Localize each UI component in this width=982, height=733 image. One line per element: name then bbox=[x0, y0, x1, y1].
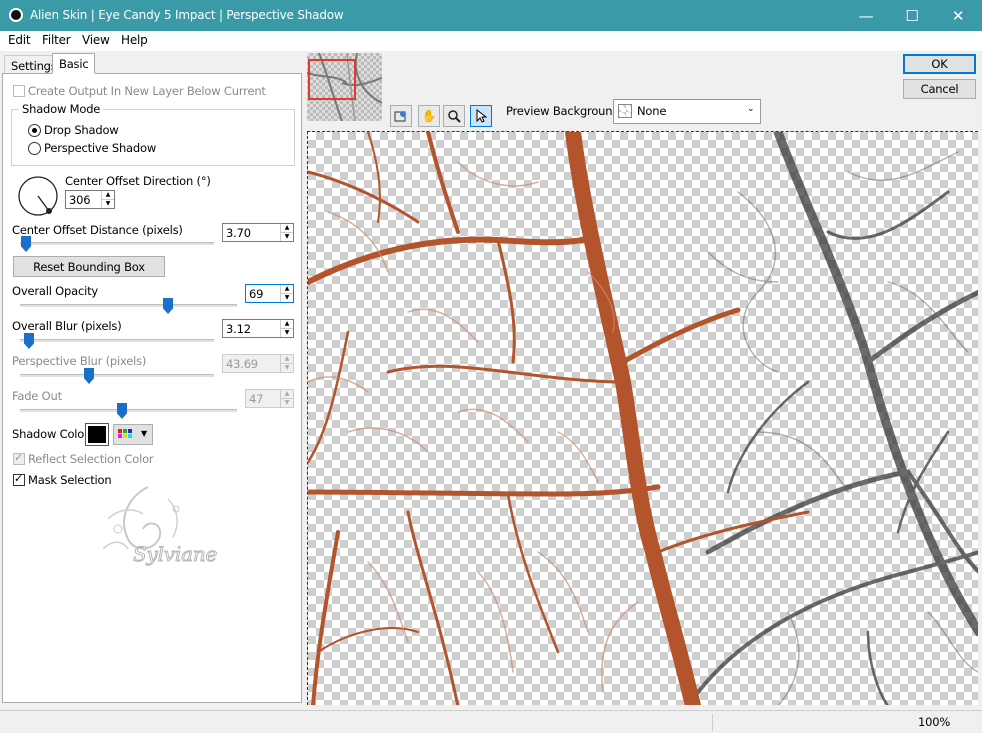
window-title: Alien Skin | Eye Candy 5 Impact | Perspe… bbox=[30, 8, 344, 22]
overall-blur-spinbox[interactable]: 3.12 ▲ ▼ bbox=[222, 319, 294, 338]
reflect-selection-checkbox[interactable]: ✓ bbox=[13, 451, 25, 465]
overall-blur-thumb[interactable] bbox=[24, 333, 34, 349]
app-icon bbox=[9, 8, 23, 22]
preview-background-label: Preview Background: bbox=[506, 104, 624, 118]
status-bar: 100% bbox=[0, 710, 982, 733]
zoom-tool-icon[interactable] bbox=[443, 105, 465, 127]
perspective-blur-spin-arrows[interactable]: ▲ ▼ bbox=[280, 355, 293, 372]
perspective-shadow-radio[interactable] bbox=[28, 142, 41, 155]
overall-blur-slider[interactable] bbox=[20, 339, 214, 342]
zoom-level: 100% bbox=[918, 715, 951, 729]
perspective-blur-slider[interactable] bbox=[20, 374, 214, 377]
fade-out-label: Fade Out bbox=[12, 389, 62, 403]
direction-spin-arrows[interactable]: ▲ ▼ bbox=[101, 191, 114, 208]
offset-distance-label: Center Offset Distance (pixels) bbox=[12, 223, 183, 237]
fade-out-spinbox[interactable]: 47 ▲ ▼ bbox=[245, 389, 294, 408]
preview-image bbox=[308, 132, 978, 705]
color-picker-button[interactable]: ▼ bbox=[113, 424, 153, 445]
navigator-tool-icon[interactable] bbox=[390, 105, 412, 127]
opacity-label: Overall Opacity bbox=[12, 284, 98, 298]
offset-distance-spinbox[interactable]: 3.70 ▲ ▼ bbox=[222, 223, 294, 242]
overall-blur-label: Overall Blur (pixels) bbox=[12, 319, 122, 333]
perspective-blur-label: Perspective Blur (pixels) bbox=[12, 354, 147, 368]
fade-out-spin-arrows[interactable]: ▲ ▼ bbox=[280, 390, 293, 407]
fade-out-value: 47 bbox=[249, 392, 264, 406]
viewport-rectangle[interactable] bbox=[308, 59, 356, 100]
perspective-blur-spinbox[interactable]: 43.69 ▲ ▼ bbox=[222, 354, 294, 373]
direction-dial[interactable] bbox=[17, 175, 59, 217]
offset-distance-slider[interactable] bbox=[20, 242, 214, 245]
ok-button[interactable]: OK bbox=[903, 54, 976, 74]
offset-distance-spin-arrows[interactable]: ▲ ▼ bbox=[280, 224, 293, 241]
drop-shadow-radio[interactable] bbox=[28, 124, 41, 137]
perspective-blur-value: 43.69 bbox=[226, 357, 258, 371]
cancel-button[interactable]: Cancel bbox=[903, 79, 976, 99]
maximize-icon[interactable]: ☐ bbox=[889, 0, 935, 31]
opacity-value: 69 bbox=[249, 287, 264, 301]
chevron-down-icon: ⌄ bbox=[747, 104, 755, 114]
preview-canvas[interactable] bbox=[307, 131, 978, 705]
title-bar: Alien Skin | Eye Candy 5 Impact | Perspe… bbox=[0, 0, 982, 31]
shadow-color-swatch[interactable] bbox=[85, 423, 109, 446]
reset-bounding-box-button[interactable]: Reset Bounding Box bbox=[13, 256, 165, 277]
offset-distance-value: 3.70 bbox=[226, 226, 251, 240]
perspective-blur-thumb[interactable] bbox=[84, 368, 94, 384]
palette-icon bbox=[118, 429, 132, 438]
shadow-color-label: Shadow Color bbox=[12, 427, 89, 441]
status-divider bbox=[712, 714, 713, 731]
direction-label: Center Offset Direction (°) bbox=[65, 174, 211, 188]
close-icon[interactable]: ✕ bbox=[935, 0, 981, 31]
direction-value: 306 bbox=[69, 193, 91, 207]
hand-tool-icon[interactable]: ✋ bbox=[418, 105, 440, 127]
watermark-text: Sylviane bbox=[132, 542, 218, 567]
fade-out-thumb[interactable] bbox=[117, 403, 127, 419]
menu-filter[interactable]: Filter bbox=[42, 33, 71, 47]
drop-shadow-label: Drop Shadow bbox=[44, 123, 119, 137]
overall-blur-value: 3.12 bbox=[226, 322, 251, 336]
minimize-icon[interactable]: — bbox=[843, 0, 889, 31]
preview-background-select[interactable]: None ⌄ bbox=[613, 99, 761, 124]
mask-selection-checkbox[interactable]: ✓ bbox=[13, 472, 25, 486]
navigator-thumbnail[interactable] bbox=[307, 53, 382, 121]
sylviane-watermark bbox=[102, 486, 180, 550]
opacity-thumb[interactable] bbox=[163, 298, 173, 314]
checker-swatch-icon bbox=[618, 104, 632, 118]
offset-distance-thumb[interactable] bbox=[21, 236, 31, 252]
shadow-mode-group bbox=[11, 109, 295, 166]
fade-out-slider[interactable] bbox=[20, 409, 237, 412]
overall-blur-spin-arrows[interactable]: ▲ ▼ bbox=[280, 320, 293, 337]
menu-view[interactable]: View bbox=[82, 33, 110, 47]
create-output-checkbox[interactable] bbox=[13, 85, 25, 97]
reflect-selection-label: Reflect Selection Color bbox=[28, 452, 154, 466]
opacity-spinbox[interactable]: 69 ▲ ▼ bbox=[245, 284, 294, 303]
chevron-down-icon: ▼ bbox=[141, 429, 147, 438]
perspective-shadow-label: Perspective Shadow bbox=[44, 141, 157, 155]
menu-help[interactable]: Help bbox=[121, 33, 148, 47]
preview-background-value: None bbox=[637, 104, 667, 118]
tab-basic[interactable]: Basic bbox=[52, 53, 96, 74]
opacity-spin-arrows[interactable]: ▲ ▼ bbox=[280, 285, 293, 302]
create-output-label: Create Output In New Layer Below Current bbox=[28, 84, 266, 98]
opacity-slider[interactable] bbox=[20, 304, 237, 307]
basic-panel: Create Output In New Layer Below Current… bbox=[2, 73, 302, 703]
menu-edit[interactable]: Edit bbox=[8, 33, 31, 47]
direction-spinbox[interactable]: 306 ▲ ▼ bbox=[65, 190, 115, 209]
shadow-mode-title: Shadow Mode bbox=[19, 102, 104, 116]
arrow-tool-icon[interactable] bbox=[470, 105, 492, 127]
menu-bar: Edit Filter View Help bbox=[0, 31, 982, 51]
